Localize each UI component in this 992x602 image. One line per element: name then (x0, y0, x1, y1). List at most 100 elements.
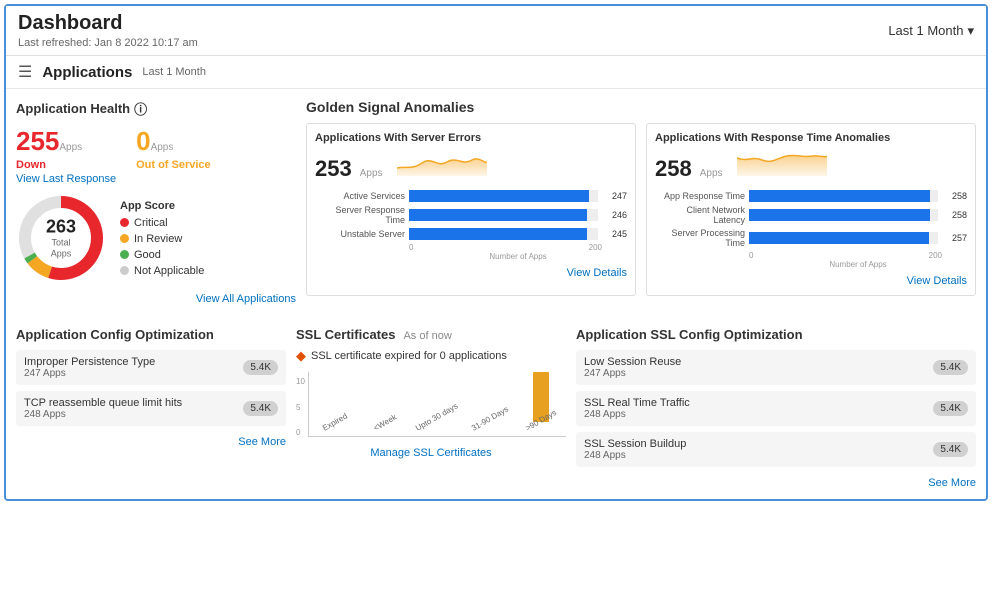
response-time-count: 258 (655, 156, 692, 182)
response-time-sparkline (737, 148, 827, 176)
manage-ssl-link-wrap: Manage SSL Certificates (296, 445, 566, 459)
app-config-panel: Application Config Optimization Improper… (16, 327, 286, 489)
golden-signals-panel: Golden Signal Anomalies Applications Wit… (306, 99, 976, 317)
ssl-config-name-0: Low Session Reuse (584, 356, 681, 368)
oos-app-label: Apps (151, 142, 174, 153)
config-sub-1: 248 Apps (24, 409, 182, 420)
server-errors-bars: Active Services 247 Server Response Time… (315, 190, 627, 261)
chevron-down-icon: ▾ (967, 23, 974, 39)
response-time-title: Applications With Response Time Anomalie… (655, 132, 967, 144)
response-time-details-link[interactable]: View Details (907, 275, 967, 287)
axis-label-1: Number of Apps (409, 252, 627, 261)
stat-row: 255Apps Down View Last Response 0Apps Ou… (16, 126, 296, 185)
time-filter-button[interactable]: Last 1 Month ▾ (888, 23, 974, 39)
ssl-config-sub-0: 247 Apps (584, 368, 681, 379)
donut-sub: Total Apps (46, 238, 76, 260)
diamond-icon: ◆ (296, 348, 306, 364)
critical-dot (120, 218, 129, 227)
server-errors-count: 253 (315, 156, 352, 182)
legend-na: Not Applicable (120, 265, 204, 277)
ssl-bars: Expired <Week Upto 30 days 31-90 Days (308, 372, 566, 437)
main-content: Application Health ⓘ 255Apps Down View L… (6, 89, 986, 317)
response-time-bars: App Response Time 258 Client Network Lat… (655, 190, 967, 269)
oos-text: Out of Service (136, 159, 211, 171)
good-dot (120, 250, 129, 259)
ssl-config-item-1: SSL Real Time Traffic 248 Apps 5.4K (576, 391, 976, 426)
down-app-label: Apps (59, 142, 82, 153)
ssl-bar-week: <Week (363, 422, 405, 434)
app-health-panel: Application Health ⓘ 255Apps Down View L… (16, 99, 296, 317)
server-errors-details-link[interactable]: View Details (567, 267, 627, 279)
ssl-bar-90plus: >90 Days (520, 372, 562, 434)
server-errors-title: Applications With Server Errors (315, 132, 627, 144)
axis-label-2: Number of Apps (749, 260, 967, 269)
donut-chart: 263 Total Apps (16, 193, 106, 283)
server-errors-sparkline (397, 148, 487, 176)
manage-ssl-link[interactable]: Manage SSL Certificates (370, 447, 491, 459)
ssl-config-sub-2: 248 Apps (584, 450, 686, 461)
section-title: Applications (42, 64, 132, 81)
page-title: Dashboard (18, 12, 198, 35)
server-errors-card: Applications With Server Errors 253 Apps (306, 123, 636, 296)
ssl-alert: ◆ SSL certificate expired for 0 applicat… (296, 348, 566, 364)
bar-app-response: App Response Time 258 (655, 190, 967, 202)
signal-cards: Applications With Server Errors 253 Apps (306, 123, 976, 296)
bar-active-services: Active Services 247 (315, 190, 627, 202)
inreview-dot (120, 234, 129, 243)
ssl-config-name-2: SSL Session Buildup (584, 438, 686, 450)
app-config-see-more: See More (16, 434, 286, 448)
ssl-config-sub-1: 248 Apps (584, 409, 690, 420)
ssl-config-item-0: Low Session Reuse 247 Apps 5.4K (576, 350, 976, 385)
last-refreshed: Last refreshed: Jan 8 2022 10:17 am (18, 37, 198, 49)
donut-row: 263 Total Apps App Score Criti (16, 193, 296, 283)
dashboard-container: Dashboard Last refreshed: Jan 8 2022 10:… (4, 4, 988, 501)
ssl-certs-panel: SSL Certificates As of now ◆ SSL certifi… (296, 327, 566, 489)
ssl-config-see-more-link[interactable]: See More (928, 477, 976, 489)
ssl-config-item-2: SSL Session Buildup 248 Apps 5.4K (576, 432, 976, 467)
view-all-link[interactable]: View All Applications (196, 293, 296, 305)
ssl-config-title: Application SSL Config Optimization (576, 327, 976, 342)
config-name-0: Improper Persistence Type (24, 356, 155, 368)
down-text: Down (16, 159, 46, 171)
server-errors-view-details: View Details (315, 265, 627, 279)
view-all-apps: View All Applications (16, 291, 296, 305)
na-dot (120, 266, 129, 275)
bar-server-processing: Server Processing Time 257 (655, 228, 967, 248)
header-left: Dashboard Last refreshed: Jan 8 2022 10:… (18, 12, 198, 49)
ssl-config-see-more: See More (576, 475, 976, 489)
legend-list: Critical In Review Good (120, 217, 204, 277)
ssl-header: SSL Certificates As of now (296, 327, 566, 342)
config-badge-0: 5.4K (243, 360, 278, 375)
oos-stat: 0Apps Out of Service (136, 126, 211, 185)
ssl-config-name-1: SSL Real Time Traffic (584, 397, 690, 409)
app-config-see-more-link[interactable]: See More (238, 436, 286, 448)
config-name-1: TCP reassemble queue limit hits (24, 397, 182, 409)
bar-server-response: Server Response Time 246 (315, 205, 627, 225)
ssl-chart: 10 5 0 Expired <Week Upto 30 day (296, 372, 566, 437)
info-icon[interactable]: ⓘ (134, 99, 147, 118)
ssl-bar-90days: 31-90 Days (469, 422, 511, 434)
ssl-bar-expired: Expired (313, 422, 355, 434)
bar-axis-2: 0200 (749, 251, 942, 260)
golden-signals-title: Golden Signal Anomalies (306, 99, 976, 115)
legend-inreview: In Review (120, 233, 204, 245)
bar-client-latency: Client Network Latency 258 (655, 205, 967, 225)
ssl-y-axis: 10 5 0 (296, 377, 308, 437)
dashboard-header: Dashboard Last refreshed: Jan 8 2022 10:… (6, 6, 986, 56)
time-filter-label: Last 1 Month (888, 23, 963, 38)
bar-unstable-server: Unstable Server 245 (315, 228, 627, 240)
config-item-0: Improper Persistence Type 247 Apps 5.4K (16, 350, 286, 385)
view-last-response-link[interactable]: View Last Response (16, 173, 116, 185)
config-item-1: TCP reassemble queue limit hits 248 Apps… (16, 391, 286, 426)
legend-critical: Critical (120, 217, 204, 229)
app-config-title: Application Config Optimization (16, 327, 286, 342)
applications-icon: ☰ (18, 62, 32, 82)
app-health-title: Application Health ⓘ (16, 99, 296, 118)
server-errors-count-row: 253 Apps (315, 148, 627, 182)
ssl-config-badge-1: 5.4K (933, 401, 968, 416)
ssl-title: SSL Certificates (296, 327, 395, 342)
section-badge: Last 1 Month (142, 66, 206, 78)
donut-total: 263 (46, 217, 76, 238)
down-count: 255 (16, 126, 59, 156)
down-stat: 255Apps Down View Last Response (16, 126, 116, 185)
